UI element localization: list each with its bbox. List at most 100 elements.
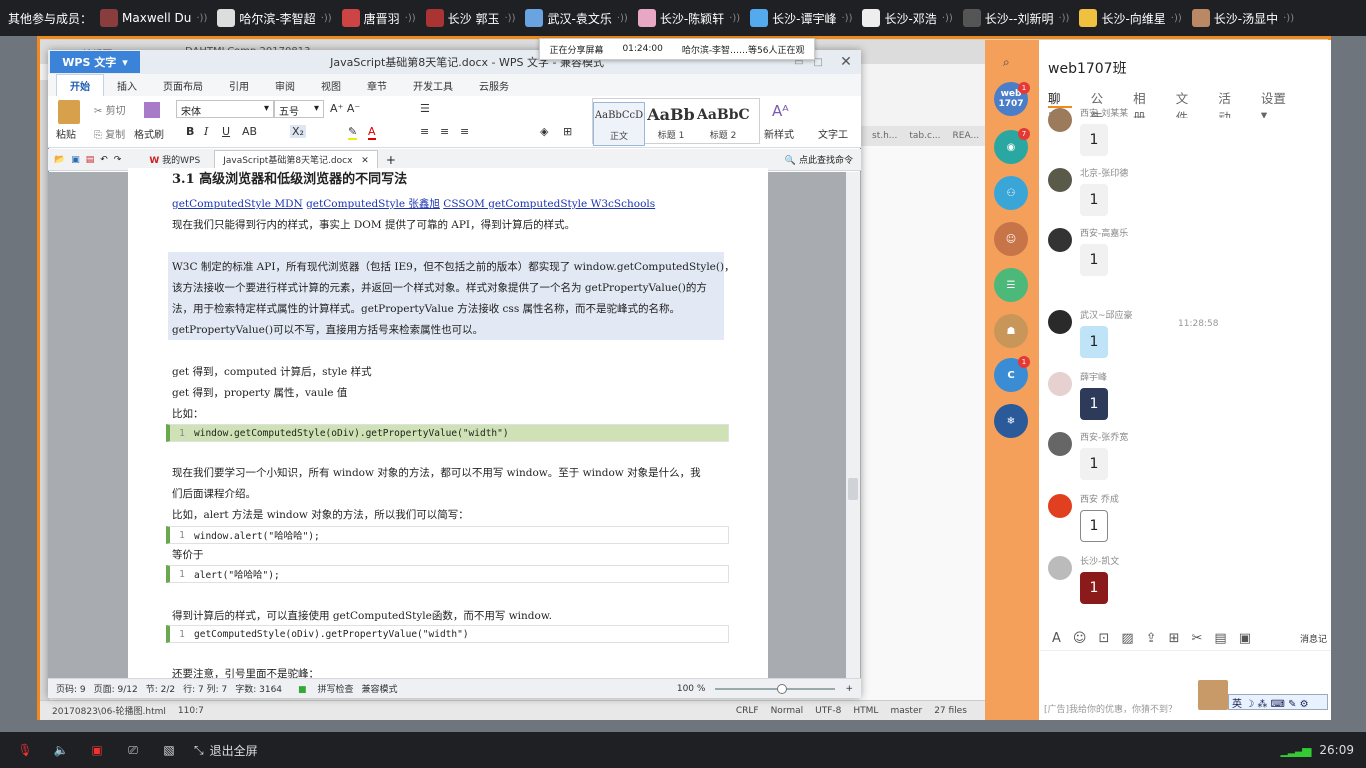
participant[interactable]: 长沙-邓浩 ·)) [862, 9, 953, 27]
status-files[interactable]: 27 files [934, 706, 967, 716]
paste-icon[interactable] [58, 100, 80, 124]
italic-button[interactable]: I [204, 125, 208, 138]
game-icon[interactable]: ⊡ [1098, 631, 1109, 646]
format-painter-button[interactable]: 格式刷 [134, 126, 164, 141]
message-sender[interactable]: 长沙-凯文 [1080, 554, 1119, 567]
bg-tab[interactable]: st.h... [872, 131, 897, 141]
tab-album[interactable]: 相册 [1133, 88, 1157, 125]
user-avatar-icon[interactable]: ☺ [994, 222, 1028, 256]
profile-icon[interactable]: ☗ [994, 314, 1028, 348]
message-history-button[interactable]: 消息记 [1300, 632, 1327, 645]
wps-app-button[interactable]: WPS 文字 ▾ [50, 51, 140, 73]
highlight-icon[interactable]: ✎ [348, 125, 358, 140]
tab-settings[interactable]: 设置 ▾ [1261, 88, 1312, 122]
message-sender[interactable]: 西安-张乔宽 [1080, 430, 1128, 443]
mic-muted-icon[interactable]: 🎙 [14, 742, 36, 758]
notes-icon[interactable]: ☰ [994, 268, 1028, 302]
message-bubble[interactable]: 1 [1080, 326, 1108, 358]
message-bubble[interactable]: 1 [1080, 184, 1108, 216]
ime-bar[interactable]: 英 ☽ ⁂ ⌨ ✎ ⚙ [1228, 694, 1328, 710]
strikethrough-button[interactable]: AB [242, 125, 257, 138]
vertical-scrollbar[interactable] [846, 172, 860, 678]
message-bubble[interactable]: 1 [1080, 510, 1108, 542]
bot-icon[interactable]: ❄ [994, 404, 1028, 438]
ribbon-tab[interactable]: 视图 [308, 75, 354, 96]
grow-font-icon[interactable]: A⁺ A⁻ [330, 102, 360, 115]
tab-chat[interactable]: 聊天 [1048, 88, 1072, 125]
bold-button[interactable]: B [186, 125, 194, 138]
align-right-icon[interactable]: ≡ [460, 125, 469, 138]
list-bullets-icon[interactable]: ☰ [420, 102, 430, 115]
font-family-select[interactable]: 宋体 ▾ [176, 100, 274, 118]
link-w3c[interactable]: CSSOM getComputedStyle W3cSchools [443, 198, 655, 210]
image-icon[interactable]: ▨ [1121, 631, 1133, 646]
participant[interactable]: 武汉-袁文乐 ·)) [525, 9, 628, 27]
ribbon-tab[interactable]: 章节 [354, 75, 400, 96]
message-bubble[interactable]: 1 [1080, 388, 1108, 420]
message-avatar[interactable] [1048, 168, 1072, 192]
message-bubble[interactable]: 1 [1080, 448, 1108, 480]
tab-notice[interactable]: 公告 [1091, 88, 1115, 125]
upload-icon[interactable]: ⇪ [1146, 631, 1157, 646]
new-style-button[interactable]: 新样式 [764, 126, 794, 141]
scroll-thumb[interactable] [848, 478, 858, 500]
message-sender[interactable]: 北京-张印德 [1080, 166, 1128, 179]
message-avatar[interactable] [1048, 556, 1072, 580]
zoom-in-icon[interactable]: + [845, 684, 853, 694]
message-bubble[interactable]: 1 [1080, 124, 1108, 156]
ad-banner[interactable]: [广告]我给你的优惠，你猜不到？ [1044, 702, 1177, 715]
ribbon-tab[interactable]: 开发工具 [400, 75, 466, 96]
message-sender[interactable]: 武汉~邱应豪 [1080, 308, 1133, 321]
redo-icon[interactable]: ↷ [114, 155, 122, 165]
new-style-icon[interactable]: Aᴬ [772, 102, 789, 120]
style-normal[interactable]: AaBbCcD 正文 [593, 102, 645, 146]
participant[interactable]: 长沙 郭玉 ·)) [425, 9, 515, 27]
search-icon[interactable]: ⌕ [1003, 55, 1010, 70]
font-color-icon[interactable]: A [368, 125, 376, 140]
participant[interactable]: 长沙-谭宇峰 ·)) [750, 9, 852, 27]
status-encoding[interactable]: UTF-8 [815, 706, 841, 716]
link-zhangxinxu[interactable]: getComputedStyle 张鑫旭 [306, 198, 440, 210]
close-icon[interactable]: ✕ [831, 54, 861, 70]
delete-icon[interactable]: ▤ [1214, 631, 1226, 646]
tab-files[interactable]: 文件 [1176, 88, 1200, 125]
cut-button[interactable]: ✂ 剪切 [94, 102, 126, 117]
copy-button[interactable]: ⎘ 复制 [94, 126, 125, 141]
style-heading2[interactable]: AaBbC 标题 2 [697, 102, 750, 146]
message-avatar[interactable] [1048, 310, 1072, 334]
exit-fullscreen-button[interactable]: ⤡ 退出全屏 [194, 742, 258, 759]
ribbon-tab[interactable]: 引用 [216, 75, 262, 96]
more-icon[interactable]: ▣ [1239, 631, 1251, 646]
ribbon-tab[interactable]: 开始 [56, 74, 104, 96]
borders-icon[interactable]: ⊞ [563, 125, 572, 138]
open-icon[interactable]: 📂 [54, 155, 65, 165]
share-file-icon[interactable]: ▧ [158, 742, 180, 758]
search-command[interactable]: 🔍 点此查找命令 [785, 153, 853, 166]
tab-activity[interactable]: 活动 [1218, 88, 1242, 125]
participant[interactable]: 长沙-向维星 ·)) [1079, 9, 1182, 27]
font-icon[interactable]: A [1052, 631, 1061, 646]
ad-image[interactable] [1198, 680, 1228, 710]
undo-icon[interactable]: ↶ [100, 155, 108, 165]
participant[interactable]: 唐晋羽 ·)) [341, 9, 416, 27]
text-tool-button[interactable]: 文字工 [818, 126, 848, 141]
message-avatar[interactable] [1048, 432, 1072, 456]
emoji-icon[interactable]: ☺ [1073, 631, 1087, 646]
doc-tab-mywps[interactable]: W 我的WPS [141, 151, 208, 168]
message-sender[interactable]: 西安-刘某某 [1080, 106, 1128, 119]
message-avatar[interactable] [1048, 372, 1072, 396]
gift-icon[interactable]: ⊞ [1169, 631, 1180, 646]
status-branch[interactable]: master [890, 706, 922, 716]
speaker-muted-icon[interactable]: 🔈 [50, 742, 72, 758]
participant[interactable]: 长沙-陈颖轩 ·)) [637, 9, 740, 27]
ribbon-tab[interactable]: 插入 [104, 75, 150, 96]
status-words[interactable]: 字数: 3164 [235, 682, 282, 695]
message-sender[interactable]: 西安 乔成 [1080, 492, 1119, 505]
align-center-icon[interactable]: ≡ [440, 125, 449, 138]
ribbon-tab[interactable]: 审阅 [262, 75, 308, 96]
style-heading1[interactable]: AaBb 标题 1 [645, 102, 697, 146]
camera-off-icon[interactable]: ▣ [86, 742, 108, 758]
share-screen-icon[interactable]: ⎚ [122, 742, 144, 758]
status-normal[interactable]: Normal [771, 706, 804, 716]
underline-button[interactable]: U [222, 125, 230, 138]
